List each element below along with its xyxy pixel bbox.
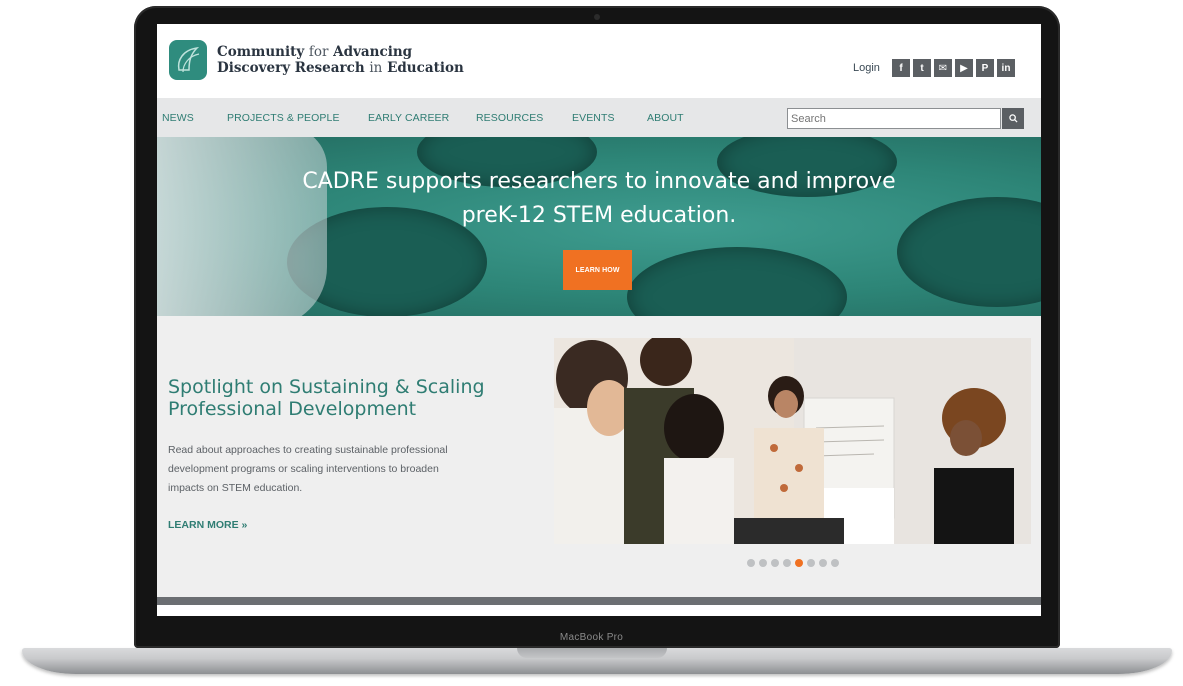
- logo-icon[interactable]: [169, 40, 207, 80]
- spotlight-title-line-1: Spotlight on Sustaining & Scaling: [168, 376, 485, 398]
- facebook-icon[interactable]: f: [892, 59, 910, 77]
- spotlight-description: Read about approaches to creating sustai…: [168, 441, 488, 498]
- social-links: f t ✉ ▶ P in: [892, 59, 1015, 77]
- email-icon[interactable]: ✉: [934, 59, 952, 77]
- spotlight-title: Spotlight on Sustaining & Scaling Profes…: [168, 376, 508, 420]
- nav-item-projects-people[interactable]: PROJECTS & PEOPLE: [227, 112, 340, 124]
- search-button[interactable]: [1002, 108, 1024, 129]
- device-label: MacBook Pro: [559, 632, 624, 643]
- spotlight-section: Spotlight on Sustaining & Scaling Profes…: [157, 316, 1041, 597]
- logo-line-2: Discovery Research in Education: [217, 60, 464, 76]
- youtube-icon[interactable]: ▶: [955, 59, 973, 77]
- nav-item-about[interactable]: ABOUT: [647, 112, 684, 124]
- linkedin-icon[interactable]: in: [997, 59, 1015, 77]
- spotlight-body-line-2: development programs or scaling interven…: [168, 463, 439, 475]
- carousel-dot[interactable]: [746, 559, 755, 567]
- hero-title: CADRE supports researchers to innovate a…: [157, 165, 1041, 233]
- main-nav: NEWS PROJECTS & PEOPLE EARLY CAREER RESO…: [157, 98, 1041, 137]
- carousel-dot-active[interactable]: [794, 559, 803, 567]
- spotlight-title-line-2: Professional Development: [168, 398, 417, 420]
- search-input[interactable]: [787, 108, 1001, 129]
- nav-item-resources[interactable]: RESOURCES: [476, 112, 543, 124]
- learn-how-button[interactable]: LEARN HOW: [563, 250, 632, 290]
- hero-bg-shape: [627, 247, 847, 316]
- carousel-dot[interactable]: [830, 559, 839, 567]
- nav-item-early-career[interactable]: EARLY CAREER: [368, 112, 449, 124]
- carousel-dot[interactable]: [770, 559, 779, 567]
- pinterest-icon[interactable]: P: [976, 59, 994, 77]
- carousel-dots: [554, 559, 1031, 567]
- spotlight-body-line-3: impacts on STEM education.: [168, 482, 303, 494]
- twitter-icon[interactable]: t: [913, 59, 931, 77]
- hero-title-line-2: preK-12 STEM education.: [461, 203, 737, 228]
- learn-more-link[interactable]: LEARN MORE »: [168, 519, 247, 531]
- hero-title-line-1: CADRE supports researchers to innovate a…: [302, 169, 896, 194]
- carousel-dot[interactable]: [806, 559, 815, 567]
- laptop-base-notch: [517, 648, 667, 658]
- login-link[interactable]: Login: [853, 62, 880, 74]
- site-logo-text[interactable]: Community for Advancing Discovery Resear…: [217, 44, 464, 76]
- search-icon: [1008, 114, 1018, 123]
- camera-dot: [594, 14, 600, 20]
- nav-item-news[interactable]: NEWS: [162, 112, 194, 124]
- carousel-dot[interactable]: [758, 559, 767, 567]
- logo-line-1: Community for Advancing: [217, 44, 413, 60]
- carousel-dot[interactable]: [782, 559, 791, 567]
- nav-item-events[interactable]: EVENTS: [572, 112, 615, 124]
- spotlight-photo[interactable]: [554, 338, 1031, 544]
- spotlight-body-line-1: Read about approaches to creating sustai…: [168, 444, 448, 456]
- footer-bar: [157, 597, 1041, 605]
- hero-banner: CADRE supports researchers to innovate a…: [157, 137, 1041, 316]
- laptop-screen: Community for Advancing Discovery Resear…: [157, 24, 1041, 616]
- site-header: Community for Advancing Discovery Resear…: [157, 24, 1041, 98]
- carousel-dot[interactable]: [818, 559, 827, 567]
